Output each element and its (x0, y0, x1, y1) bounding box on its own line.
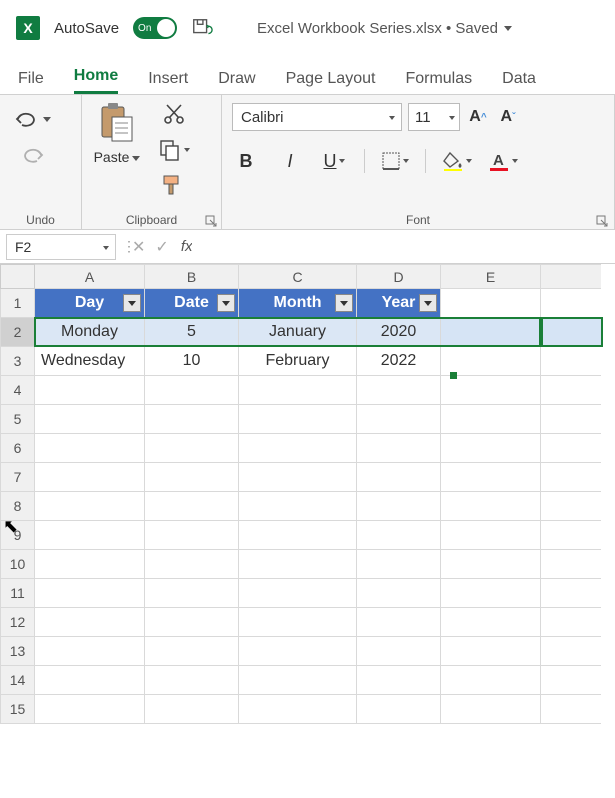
decrease-font-button[interactable]: Aˇ (496, 105, 520, 129)
table-header-day[interactable]: Day (35, 289, 145, 318)
cell-B2[interactable]: 5 (145, 318, 239, 347)
font-group-label: Font (232, 213, 604, 227)
svg-text:A: A (493, 152, 504, 169)
tab-formulas[interactable]: Formulas (405, 70, 472, 94)
col-header-F[interactable] (541, 265, 601, 289)
row-header-2[interactable]: 2 (1, 318, 35, 347)
cell-D3[interactable]: 2022 (357, 347, 441, 376)
paste-label[interactable]: Paste (94, 149, 141, 165)
row-header-7[interactable]: 7 (1, 463, 35, 492)
clipboard-dialog-launcher[interactable] (205, 215, 217, 227)
cell-B3[interactable]: 10 (145, 347, 239, 376)
row-header-10[interactable]: 10 (1, 550, 35, 579)
filter-icon[interactable] (419, 294, 437, 312)
ribbon: Undo Paste Clipboard Calibri (0, 94, 615, 230)
table-header-date[interactable]: Date (145, 289, 239, 318)
format-painter-button[interactable] (156, 173, 192, 199)
table-header-month[interactable]: Month (239, 289, 357, 318)
col-header-E[interactable]: E (441, 265, 541, 289)
row-header-14[interactable]: 14 (1, 666, 35, 695)
clipboard-group-label: Clipboard (90, 213, 213, 227)
cell-D2[interactable]: 2020 (357, 318, 441, 347)
filter-icon[interactable] (335, 294, 353, 312)
cell-E3[interactable] (441, 347, 541, 376)
tab-data[interactable]: Data (502, 70, 536, 94)
italic-button[interactable]: I (276, 147, 304, 175)
row-header-8[interactable]: 8 (1, 492, 35, 521)
filter-icon[interactable] (123, 294, 141, 312)
row-header-5[interactable]: 5 (1, 405, 35, 434)
enter-formula-icon[interactable]: ✓ (155, 237, 168, 257)
cell-A2[interactable]: Monday (35, 318, 145, 347)
font-color-button[interactable]: A (488, 147, 518, 175)
col-header-C[interactable]: C (239, 265, 357, 289)
undo-group-label: Undo (8, 213, 73, 227)
worksheet-grid[interactable]: A B C D E 1 Day Date Month Year 2 Monday… (0, 264, 615, 724)
tab-home[interactable]: Home (74, 67, 118, 94)
col-header-A[interactable]: A (35, 265, 145, 289)
name-box[interactable]: F2 (6, 234, 116, 260)
tab-file[interactable]: File (18, 70, 44, 94)
row-header-12[interactable]: 12 (1, 608, 35, 637)
row-header-15[interactable]: 15 (1, 695, 35, 724)
font-size-select[interactable]: 11 (408, 103, 460, 131)
bold-button[interactable]: B (232, 147, 260, 175)
save-icon[interactable] (191, 17, 213, 39)
cell-C2[interactable]: January (239, 318, 357, 347)
excel-app-icon: X (16, 16, 40, 40)
row-header-13[interactable]: 13 (1, 637, 35, 666)
cell-E2[interactable] (441, 318, 541, 347)
copy-button[interactable] (156, 137, 192, 163)
row-header-4[interactable]: 4 (1, 376, 35, 405)
col-header-D[interactable]: D (357, 265, 441, 289)
row-header-11[interactable]: 11 (1, 579, 35, 608)
row-header-6[interactable]: 6 (1, 434, 35, 463)
cell-F1[interactable] (541, 289, 601, 318)
font-dialog-launcher[interactable] (596, 215, 608, 227)
cell-A3[interactable]: Wednesday (35, 347, 145, 376)
borders-button[interactable] (381, 147, 409, 175)
formula-bar-input[interactable] (192, 234, 615, 260)
increase-font-button[interactable]: A^ (466, 105, 490, 129)
cell-E1[interactable] (441, 289, 541, 318)
select-all-corner[interactable] (1, 265, 35, 289)
tab-page-layout[interactable]: Page Layout (286, 70, 376, 94)
row-header-1[interactable]: 1 (1, 289, 35, 318)
table-header-year[interactable]: Year (357, 289, 441, 318)
cell-F3[interactable] (541, 347, 601, 376)
paste-button[interactable] (98, 101, 136, 145)
ribbon-tabs: File Home Insert Draw Page Layout Formul… (0, 56, 615, 94)
filter-icon[interactable] (217, 294, 235, 312)
redo-button[interactable] (8, 141, 56, 169)
cancel-formula-icon[interactable]: ✕ (132, 237, 145, 257)
cell-F2[interactable] (541, 318, 601, 347)
cut-button[interactable] (156, 101, 192, 127)
underline-button[interactable]: U (320, 147, 348, 175)
undo-button[interactable] (8, 105, 56, 133)
col-header-B[interactable]: B (145, 265, 239, 289)
cell-C3[interactable]: February (239, 347, 357, 376)
tab-insert[interactable]: Insert (148, 70, 188, 94)
tab-draw[interactable]: Draw (218, 70, 255, 94)
autosave-toggle[interactable]: On (133, 17, 177, 39)
document-title[interactable]: Excel Workbook Series.xlsx • Saved (257, 20, 512, 37)
fill-color-button[interactable] (442, 147, 472, 175)
autosave-label: AutoSave (54, 20, 119, 37)
row-header-3[interactable]: 3 (1, 347, 35, 376)
row-header-9[interactable]: 9 (1, 521, 35, 550)
fx-icon[interactable]: fx (181, 238, 193, 255)
font-name-select[interactable]: Calibri (232, 103, 402, 131)
